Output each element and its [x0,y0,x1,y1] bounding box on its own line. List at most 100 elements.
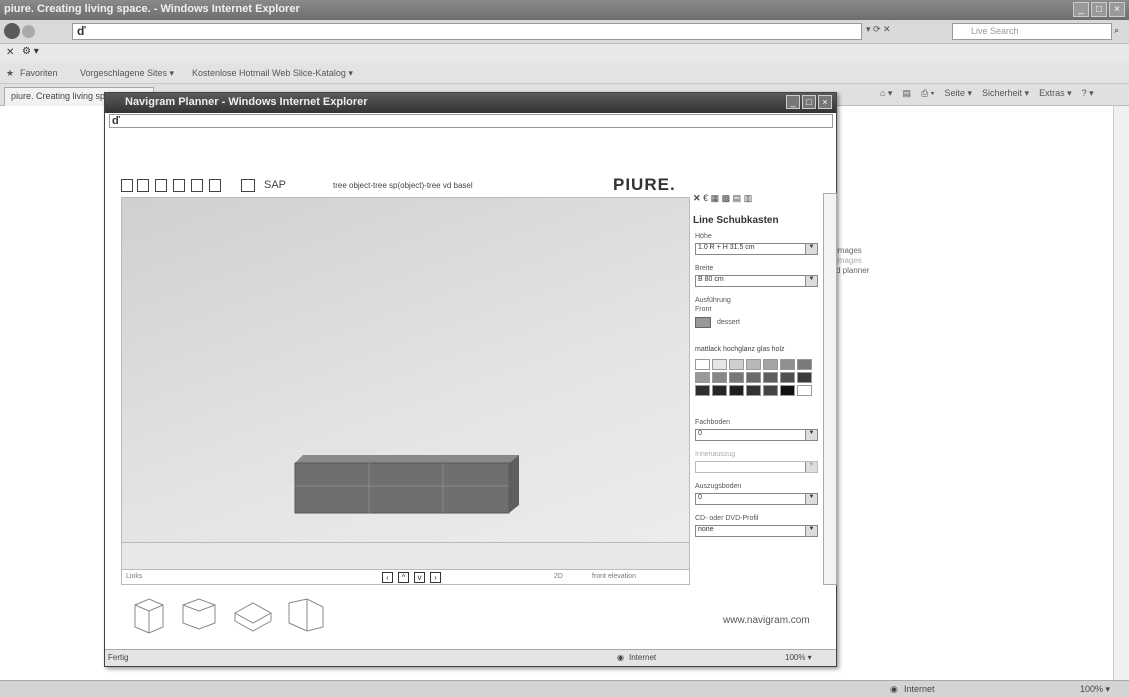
price-icon[interactable]: € [703,193,708,203]
cmd-security[interactable]: Sicherheit ▾ [982,88,1029,99]
cmd-page[interactable]: Seite ▾ [944,88,972,99]
color-swatch[interactable] [695,359,710,370]
material-tabs[interactable]: mattlack hochglanz glas holz [695,346,785,353]
color-swatch[interactable] [746,372,761,383]
rotate-right-icon[interactable]: › [430,572,441,583]
favorites-star-icon[interactable]: ★ [6,68,14,79]
color-swatch[interactable] [780,385,795,396]
search-icon[interactable]: ⌕ [1114,25,1119,36]
maximize-button[interactable]: □ [1091,2,1107,17]
color-swatch[interactable] [746,359,761,370]
color-swatch[interactable] [729,385,744,396]
sap-link[interactable]: SAP [264,179,286,191]
color-swatch[interactable] [780,359,795,370]
popup-title: Navigram Planner - Windows Internet Expl… [125,96,368,108]
save-icon[interactable] [155,179,167,192]
cmd-tools[interactable]: Extras ▾ [1039,88,1072,99]
folder-icon[interactable] [241,179,255,192]
innenauszug-label: Innenauszug [695,451,736,458]
color-swatch[interactable] [797,359,812,370]
status-zoom[interactable]: 100% ▾ [1080,684,1110,695]
panel-scrollbar[interactable] [823,193,837,585]
color-swatch[interactable] [712,385,727,396]
bg-link[interactable]: images [836,256,869,266]
print-doc-icon[interactable] [209,179,221,192]
bg-link[interactable]: d planner [836,266,869,276]
color-swatch[interactable] [712,372,727,383]
fav-item-suggested[interactable]: Vorgeschlagene Sites ▾ [80,68,174,79]
color-swatch[interactable] [695,385,710,396]
popup-minimize-button[interactable]: _ [786,95,800,109]
tools-icon[interactable]: ⚙ ▾ [22,46,39,57]
planner-toolbar: SAP tree object-tree sp(object)-tree vd … [121,179,681,197]
color-swatch[interactable] [763,372,778,383]
popup-status-bar: Fertig ◉ Internet 100% ▾ [105,649,836,666]
front-swatch[interactable] [695,317,711,328]
close-button[interactable]: × [1109,2,1125,17]
panel-title: Line Schubkasten [693,215,779,226]
search-input[interactable]: Live Search [952,23,1112,40]
close-tab-icon[interactable]: ✕ [6,47,14,58]
popup-status-zoom[interactable]: 100% ▾ [785,653,812,662]
fachboden-select[interactable]: 0 ▼ [695,429,818,441]
breite-select[interactable]: B 80 cm ▼ [695,275,818,287]
ausfuehrung-label: Ausführung [695,297,731,304]
back-icon[interactable] [4,23,20,39]
view-down-icon[interactable]: v [414,572,425,583]
fav-item-hotmail[interactable]: Kostenlose Hotmail [192,68,270,78]
navigram-link[interactable]: www.navigram.com [723,615,810,626]
color-swatch[interactable] [695,372,710,383]
browser-status-bar: ◉ Internet 100% ▾ [0,680,1129,697]
fav-item-webslice[interactable]: Web Slice-Katalog ▾ [272,68,353,79]
forward-icon[interactable] [22,25,35,38]
feeds-icon[interactable]: ▤ [902,88,911,99]
list-icon[interactable]: ▦ [711,193,720,203]
color-swatch[interactable] [797,385,812,396]
bg-link[interactable]: images [836,246,869,256]
page-scrollbar[interactable] [1113,106,1129,680]
color-swatch[interactable] [763,359,778,370]
nav-right-text[interactable]: front elevation [592,573,636,580]
view-up-icon[interactable]: ^ [398,572,409,583]
favorites-label[interactable]: Favoriten [20,68,58,78]
front-value: dessert [717,319,740,326]
view-navigation: Links ‹ ^ v › 2D front elevation [121,569,690,585]
view-mode[interactable]: 2D [554,573,563,580]
help-icon[interactable]: ? ▾ [1082,88,1094,99]
internet-zone-icon: ◉ [890,684,898,694]
drawer-cabinet-model[interactable] [293,455,521,515]
fachboden-label: Fachboden [695,419,731,426]
popup-close-button[interactable]: × [818,95,832,109]
popup-address-input[interactable]: ď [109,114,833,128]
popup-window-controls: _ □ × [786,95,832,109]
color-swatch[interactable] [746,385,761,396]
color-swatch[interactable] [780,372,795,383]
hoehe-label: Höhe [695,233,712,240]
color-swatch[interactable] [797,372,812,383]
home-icon[interactable]: ⌂ ▾ [880,88,892,99]
cd-select[interactable]: none ▼ [695,525,818,537]
color-swatch[interactable] [729,359,744,370]
more-icon[interactable]: ▥ [744,193,753,203]
address-input[interactable]: ď [72,23,862,40]
color-swatch[interactable] [763,385,778,396]
auszugsboden-select[interactable]: 0 ▼ [695,493,818,505]
tree-links[interactable]: tree object-tree sp(object)-tree vd base… [333,181,473,190]
browser-title-bar: piure. Creating living space. - Windows … [0,0,1129,20]
color-swatch[interactable] [729,372,744,383]
minimize-button[interactable]: _ [1073,2,1089,17]
grid-icon[interactable]: ▩ [722,193,731,203]
popup-maximize-button[interactable]: □ [802,95,816,109]
hoehe-select[interactable]: 1.0 R + H 31.5 cm ▼ [695,243,818,255]
export-icon[interactable] [173,179,185,192]
copy-icon[interactable] [191,179,203,192]
rotate-left-icon[interactable]: ‹ [382,572,393,583]
delete-icon[interactable]: ✕ [693,193,701,203]
new-icon[interactable] [121,179,133,192]
info-icon[interactable]: ▤ [733,193,742,203]
print-icon[interactable]: ⎙ ▾ [921,88,934,99]
open-icon[interactable] [137,179,149,192]
color-swatch[interactable] [712,359,727,370]
piure-logo: PIURE. [613,175,676,194]
refresh-stop-icons[interactable]: ▾ ⟳ ✕ [866,24,946,39]
